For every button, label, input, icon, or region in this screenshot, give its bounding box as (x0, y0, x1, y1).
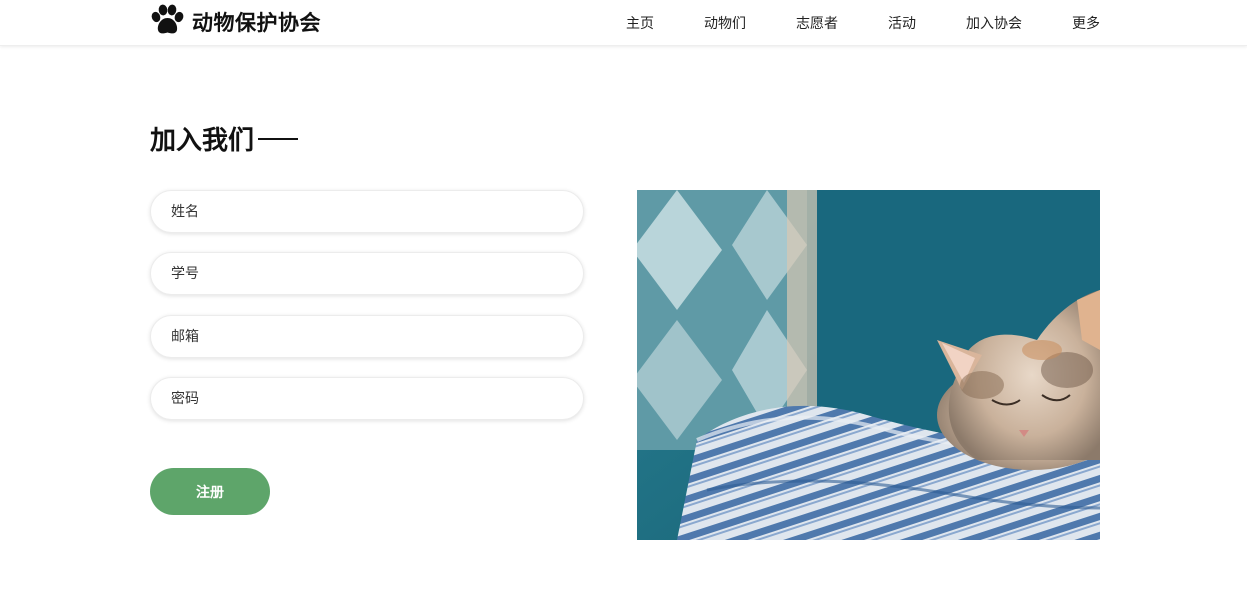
nav-item-home[interactable]: 主页 (626, 13, 654, 33)
nav-item-join[interactable]: 加入协会 (966, 13, 1022, 33)
main-nav: 主页 动物们 志愿者 活动 加入协会 更多 (626, 0, 1100, 46)
password-input[interactable] (150, 377, 584, 420)
nav-item-animals[interactable]: 动物们 (704, 13, 746, 33)
join-title: 加入我们 (150, 125, 255, 156)
top-navbar: 动物保护协会 主页 动物们 志愿者 活动 加入协会 更多 (0, 0, 1247, 46)
title-dash-divider (258, 138, 299, 140)
nav-item-more[interactable]: 更多 (1072, 13, 1100, 33)
student-id-input[interactable] (150, 252, 584, 295)
name-input[interactable] (150, 190, 584, 233)
brand-logo-link[interactable]: 动物保护协会 (150, 4, 321, 40)
nav-item-events[interactable]: 活动 (888, 13, 916, 33)
nav-item-volunteers[interactable]: 志愿者 (796, 13, 838, 33)
join-section-heading: 加入我们 (150, 118, 299, 158)
register-button[interactable]: 注册 (150, 468, 270, 515)
brand-title: 动物保护协会 (192, 11, 321, 35)
cat-photo (637, 190, 1100, 540)
paw-icon (150, 4, 184, 40)
email-input[interactable] (150, 315, 584, 358)
